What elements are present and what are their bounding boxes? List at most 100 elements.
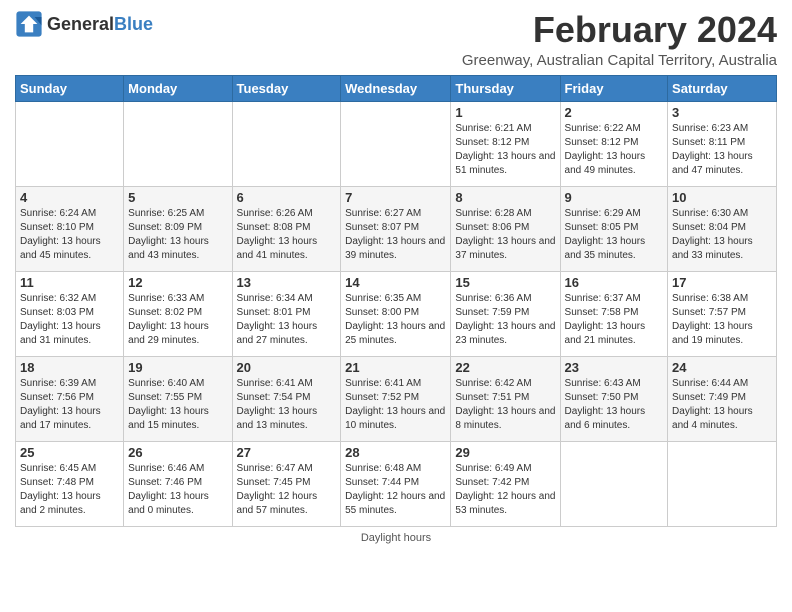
table-row: 28 Sunrise: 6:48 AM Sunset: 7:44 PM Dayli… bbox=[341, 441, 451, 526]
table-row bbox=[560, 441, 668, 526]
calendar-header-row: Sunday Monday Tuesday Wednesday Thursday… bbox=[16, 75, 777, 101]
col-monday: Monday bbox=[124, 75, 232, 101]
day-number: 13 bbox=[237, 275, 337, 290]
day-number: 23 bbox=[565, 360, 664, 375]
day-info: Sunrise: 6:27 AM Sunset: 8:07 PM Dayligh… bbox=[345, 207, 446, 263]
day-number: 3 bbox=[672, 105, 772, 120]
calendar-row-1: 4 Sunrise: 6:24 AM Sunset: 8:10 PM Daylig… bbox=[16, 186, 777, 271]
day-info: Sunrise: 6:32 AM Sunset: 8:03 PM Dayligh… bbox=[20, 292, 119, 348]
day-number: 11 bbox=[20, 275, 119, 290]
day-number: 28 bbox=[345, 445, 446, 460]
col-tuesday: Tuesday bbox=[232, 75, 341, 101]
day-number: 20 bbox=[237, 360, 337, 375]
day-info: Sunrise: 6:41 AM Sunset: 7:54 PM Dayligh… bbox=[237, 377, 337, 433]
calendar-table: Sunday Monday Tuesday Wednesday Thursday… bbox=[15, 75, 777, 527]
table-row: 29 Sunrise: 6:49 AM Sunset: 7:42 PM Dayli… bbox=[451, 441, 560, 526]
day-info: Sunrise: 6:38 AM Sunset: 7:57 PM Dayligh… bbox=[672, 292, 772, 348]
day-number: 9 bbox=[565, 190, 664, 205]
day-info: Sunrise: 6:48 AM Sunset: 7:44 PM Dayligh… bbox=[345, 462, 446, 518]
table-row: 26 Sunrise: 6:46 AM Sunset: 7:46 PM Dayli… bbox=[124, 441, 232, 526]
day-info: Sunrise: 6:39 AM Sunset: 7:56 PM Dayligh… bbox=[20, 377, 119, 433]
day-info: Sunrise: 6:22 AM Sunset: 8:12 PM Dayligh… bbox=[565, 122, 664, 178]
day-info: Sunrise: 6:34 AM Sunset: 8:01 PM Dayligh… bbox=[237, 292, 337, 348]
day-info: Sunrise: 6:40 AM Sunset: 7:55 PM Dayligh… bbox=[128, 377, 227, 433]
table-row: 25 Sunrise: 6:45 AM Sunset: 7:48 PM Dayli… bbox=[16, 441, 124, 526]
col-wednesday: Wednesday bbox=[341, 75, 451, 101]
table-row bbox=[668, 441, 777, 526]
day-info: Sunrise: 6:41 AM Sunset: 7:52 PM Dayligh… bbox=[345, 377, 446, 433]
title-block: February 2024 Greenway, Australian Capit… bbox=[462, 10, 777, 69]
logo: GeneralBlue bbox=[15, 10, 153, 38]
day-number: 10 bbox=[672, 190, 772, 205]
day-number: 26 bbox=[128, 445, 227, 460]
day-info: Sunrise: 6:28 AM Sunset: 8:06 PM Dayligh… bbox=[455, 207, 555, 263]
day-number: 6 bbox=[237, 190, 337, 205]
day-info: Sunrise: 6:46 AM Sunset: 7:46 PM Dayligh… bbox=[128, 462, 227, 518]
logo-text: GeneralBlue bbox=[47, 14, 153, 35]
day-number: 21 bbox=[345, 360, 446, 375]
day-number: 17 bbox=[672, 275, 772, 290]
day-info: Sunrise: 6:36 AM Sunset: 7:59 PM Dayligh… bbox=[455, 292, 555, 348]
logo-general: General bbox=[47, 14, 114, 34]
day-number: 15 bbox=[455, 275, 555, 290]
logo-icon bbox=[15, 10, 43, 38]
day-info: Sunrise: 6:49 AM Sunset: 7:42 PM Dayligh… bbox=[455, 462, 555, 518]
table-row: 2 Sunrise: 6:22 AM Sunset: 8:12 PM Daylig… bbox=[560, 101, 668, 186]
calendar-row-3: 18 Sunrise: 6:39 AM Sunset: 7:56 PM Dayli… bbox=[16, 356, 777, 441]
table-row: 14 Sunrise: 6:35 AM Sunset: 8:00 PM Dayli… bbox=[341, 271, 451, 356]
header: GeneralBlue February 2024 Greenway, Aust… bbox=[15, 10, 777, 69]
table-row bbox=[341, 101, 451, 186]
table-row: 4 Sunrise: 6:24 AM Sunset: 8:10 PM Daylig… bbox=[16, 186, 124, 271]
day-number: 29 bbox=[455, 445, 555, 460]
day-info: Sunrise: 6:24 AM Sunset: 8:10 PM Dayligh… bbox=[20, 207, 119, 263]
main-title: February 2024 bbox=[462, 10, 777, 50]
table-row bbox=[232, 101, 341, 186]
day-info: Sunrise: 6:44 AM Sunset: 7:49 PM Dayligh… bbox=[672, 377, 772, 433]
day-number: 7 bbox=[345, 190, 446, 205]
table-row: 7 Sunrise: 6:27 AM Sunset: 8:07 PM Daylig… bbox=[341, 186, 451, 271]
day-number: 8 bbox=[455, 190, 555, 205]
table-row: 17 Sunrise: 6:38 AM Sunset: 7:57 PM Dayli… bbox=[668, 271, 777, 356]
table-row: 3 Sunrise: 6:23 AM Sunset: 8:11 PM Daylig… bbox=[668, 101, 777, 186]
col-friday: Friday bbox=[560, 75, 668, 101]
day-number: 27 bbox=[237, 445, 337, 460]
day-number: 25 bbox=[20, 445, 119, 460]
calendar-row-2: 11 Sunrise: 6:32 AM Sunset: 8:03 PM Dayli… bbox=[16, 271, 777, 356]
day-number: 1 bbox=[455, 105, 555, 120]
day-number: 19 bbox=[128, 360, 227, 375]
table-row: 16Sunrise: 6:37 AM Sunset: 7:58 PM Dayli… bbox=[560, 271, 668, 356]
day-number: 18 bbox=[20, 360, 119, 375]
day-info: Sunrise: 6:42 AM Sunset: 7:51 PM Dayligh… bbox=[455, 377, 555, 433]
table-row: 1 Sunrise: 6:21 AM Sunset: 8:12 PM Daylig… bbox=[451, 101, 560, 186]
table-row: 9Sunrise: 6:29 AM Sunset: 8:05 PM Daylig… bbox=[560, 186, 668, 271]
day-number: 22 bbox=[455, 360, 555, 375]
day-info: Sunrise: 6:26 AM Sunset: 8:08 PM Dayligh… bbox=[237, 207, 337, 263]
table-row: 19 Sunrise: 6:40 AM Sunset: 7:55 PM Dayli… bbox=[124, 356, 232, 441]
table-row: 12Sunrise: 6:33 AM Sunset: 8:02 PM Dayli… bbox=[124, 271, 232, 356]
day-number: 24 bbox=[672, 360, 772, 375]
page: GeneralBlue February 2024 Greenway, Aust… bbox=[0, 0, 792, 612]
table-row: 6 Sunrise: 6:26 AM Sunset: 8:08 PM Daylig… bbox=[232, 186, 341, 271]
day-number: 12 bbox=[128, 275, 227, 290]
table-row: 11 Sunrise: 6:32 AM Sunset: 8:03 PM Dayli… bbox=[16, 271, 124, 356]
day-info: Sunrise: 6:47 AM Sunset: 7:45 PM Dayligh… bbox=[237, 462, 337, 518]
day-info: Sunrise: 6:30 AM Sunset: 8:04 PM Dayligh… bbox=[672, 207, 772, 263]
calendar-row-4: 25 Sunrise: 6:45 AM Sunset: 7:48 PM Dayli… bbox=[16, 441, 777, 526]
day-info: Sunrise: 6:45 AM Sunset: 7:48 PM Dayligh… bbox=[20, 462, 119, 518]
table-row: 15 Sunrise: 6:36 AM Sunset: 7:59 PM Dayli… bbox=[451, 271, 560, 356]
table-row: 21 Sunrise: 6:41 AM Sunset: 7:52 PM Dayli… bbox=[341, 356, 451, 441]
table-row: 23 Sunrise: 6:43 AM Sunset: 7:50 PM Dayli… bbox=[560, 356, 668, 441]
day-number: 2 bbox=[565, 105, 664, 120]
day-info: Sunrise: 6:43 AM Sunset: 7:50 PM Dayligh… bbox=[565, 377, 664, 433]
day-info: Sunrise: 6:35 AM Sunset: 8:00 PM Dayligh… bbox=[345, 292, 446, 348]
day-info: Sunrise: 6:21 AM Sunset: 8:12 PM Dayligh… bbox=[455, 122, 555, 178]
day-number: 14 bbox=[345, 275, 446, 290]
day-number: 4 bbox=[20, 190, 119, 205]
table-row: 10 Sunrise: 6:30 AM Sunset: 8:04 PM Dayli… bbox=[668, 186, 777, 271]
day-number: 5 bbox=[128, 190, 227, 205]
table-row bbox=[124, 101, 232, 186]
col-saturday: Saturday bbox=[668, 75, 777, 101]
day-info: Sunrise: 6:23 AM Sunset: 8:11 PM Dayligh… bbox=[672, 122, 772, 178]
day-number: 16 bbox=[565, 275, 664, 290]
subtitle: Greenway, Australian Capital Territory, … bbox=[462, 52, 777, 69]
